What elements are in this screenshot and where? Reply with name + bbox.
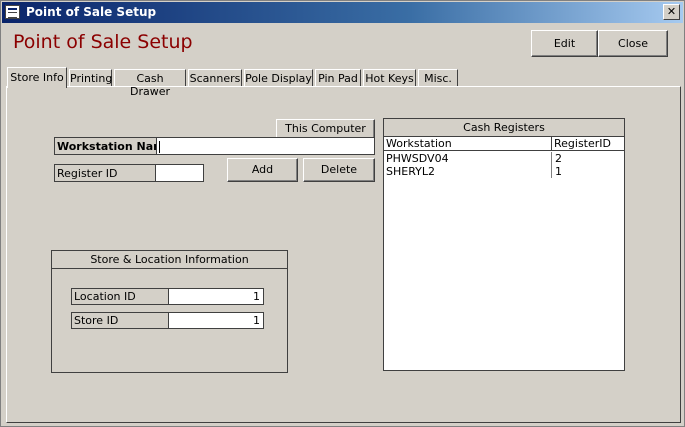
tab-printing[interactable]: Printing: [69, 69, 112, 87]
tab-store-info[interactable]: Store Info: [7, 67, 67, 88]
close-icon: ✕: [666, 5, 677, 18]
page-title: Point of Sale Setup: [13, 31, 193, 53]
cash-registers-list[interactable]: Workstation RegisterID PHWSDV04 2 SHERYL…: [384, 137, 624, 370]
close-button[interactable]: Close: [598, 30, 668, 57]
tab-pole-display[interactable]: Pole Display: [244, 69, 313, 87]
cash-registers-title: Cash Registers: [384, 119, 624, 137]
location-id-label: Location ID: [71, 288, 169, 305]
cell-registerid: 1: [555, 165, 562, 178]
store-location-group: Store & Location Information Location ID…: [51, 250, 288, 373]
store-id-label: Store ID: [71, 312, 169, 329]
title-bar[interactable]: Point of Sale Setup ✕: [2, 2, 683, 23]
delete-button[interactable]: Delete: [303, 158, 375, 182]
tab-hot-keys[interactable]: Hot Keys: [363, 69, 416, 87]
cell-workstation: SHERYL2: [384, 165, 552, 178]
tab-pin-pad[interactable]: Pin Pad: [315, 69, 361, 87]
cell-workstation: PHWSDV04: [384, 152, 552, 165]
tab-cash-drawer[interactable]: Cash Drawer: [114, 69, 186, 98]
this-computer-button[interactable]: This Computer: [276, 119, 375, 139]
workstation-name-label: Workstation Name: [54, 137, 172, 155]
form-icon: [5, 5, 20, 19]
cell-registerid: 2: [555, 152, 562, 165]
tab-scanners[interactable]: Scanners: [188, 69, 242, 87]
column-header-workstation[interactable]: Workstation: [384, 137, 552, 151]
edit-button[interactable]: Edit: [531, 30, 598, 57]
pos-setup-window: Point of Sale Setup ✕ Point of Sale Setu…: [0, 0, 685, 427]
window-close-button[interactable]: ✕: [663, 4, 680, 20]
register-id-input[interactable]: [155, 164, 204, 182]
store-id-input[interactable]: 1: [168, 312, 264, 329]
column-header-registerid[interactable]: RegisterID: [552, 137, 624, 151]
register-id-label: Register ID: [54, 164, 156, 182]
tab-misc[interactable]: Misc.: [418, 69, 458, 87]
cash-registers-group: Cash Registers Workstation RegisterID PH…: [383, 118, 625, 371]
add-button[interactable]: Add: [227, 158, 298, 182]
text-caret: [159, 141, 160, 153]
location-id-input[interactable]: 1: [168, 288, 264, 305]
workstation-name-input[interactable]: [156, 137, 375, 155]
window-title: Point of Sale Setup: [26, 5, 157, 19]
store-location-group-title: Store & Location Information: [52, 251, 287, 269]
